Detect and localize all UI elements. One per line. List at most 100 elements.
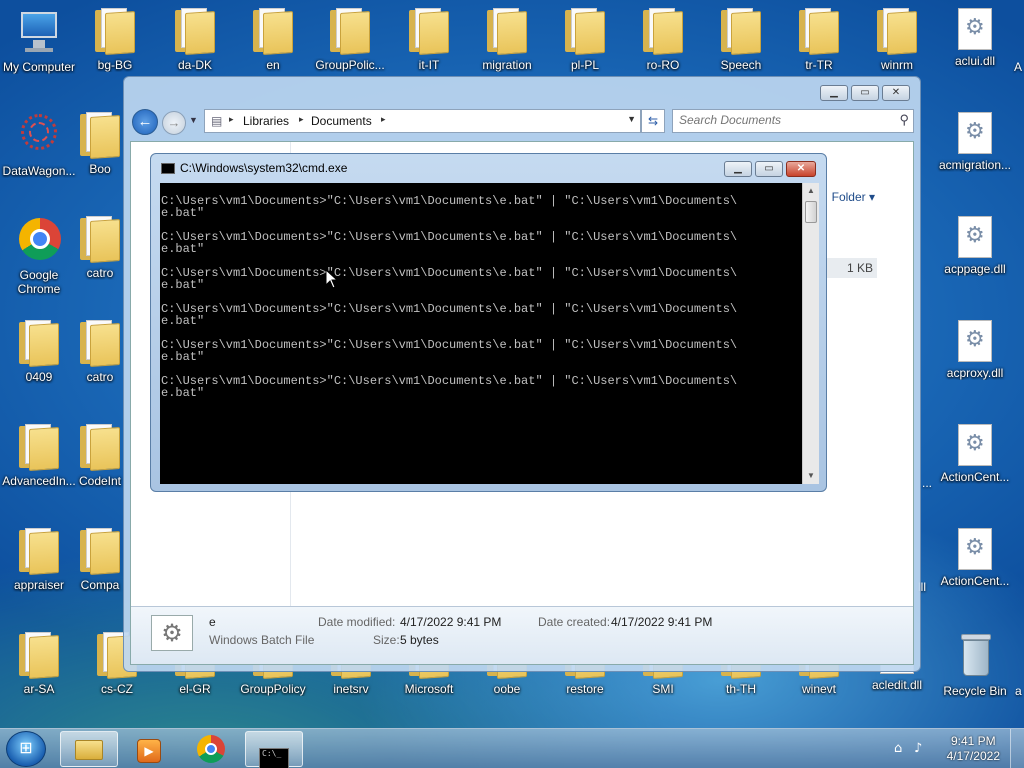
desktop-icon-pl-pl[interactable]: pl-PL xyxy=(546,8,624,72)
cmd-title-bar[interactable]: C:\Windows\system32\cmd.exe xyxy=(161,161,347,175)
desktop-icon-grouppolic[interactable]: GroupPolic... xyxy=(311,8,389,72)
desktop-icon-acppage-dll[interactable]: acppage.dll xyxy=(936,216,1014,276)
desktop-icon-boo[interactable]: Boo xyxy=(76,112,124,176)
desktop-icon-actioncent-2[interactable]: ActionCent... xyxy=(936,528,1014,588)
show-desktop-button[interactable] xyxy=(1010,729,1024,768)
taskbar-explorer-button[interactable] xyxy=(60,731,118,767)
console-line: C:\Users\vm1\Documents>"C:\Users\vm1\Doc… xyxy=(161,338,738,352)
start-button[interactable]: ⊞ xyxy=(6,731,46,767)
console-line: e.bat" xyxy=(161,386,205,400)
desktop-icon-label: acppage.dll xyxy=(944,262,1006,276)
desktop-icon-label: tr-TR xyxy=(805,58,833,72)
desktop-icon-label: da-DK xyxy=(177,58,212,72)
address-bar[interactable]: ▤ ▸ Libraries ▸ Documents ▸ ▼ xyxy=(204,109,641,133)
desktop-icon-tr-tr[interactable]: tr-TR xyxy=(780,8,858,72)
desktop-icon-actioncent-1[interactable]: ActionCent... xyxy=(936,424,1014,484)
folder-icon xyxy=(487,8,527,56)
breadcrumb-libraries[interactable]: Libraries xyxy=(243,114,289,128)
network-icon[interactable]: ⌂ xyxy=(894,741,902,756)
refresh-button[interactable]: ⇆ xyxy=(641,109,665,133)
desktop-icon-label: winevt xyxy=(801,682,836,696)
scroll-down-icon[interactable]: ▼ xyxy=(803,468,819,484)
cmd-icon: C:\_ xyxy=(259,748,289,768)
desktop-icon-advancedin[interactable]: AdvancedIn... xyxy=(0,424,78,488)
edge-fragment: A xyxy=(1014,60,1023,74)
console-line: C:\Users\vm1\Documents>"C:\Users\vm1\Doc… xyxy=(161,302,738,316)
recent-pages-icon[interactable]: ▼ xyxy=(189,115,198,125)
desktop-icon-recycle-bin[interactable]: Recycle Bin xyxy=(936,632,1014,698)
scrollbar-thumb[interactable] xyxy=(805,201,817,223)
dll-icon xyxy=(958,8,992,50)
desktop-icon-datawagon[interactable]: DataWagon... xyxy=(0,112,78,178)
computer-icon xyxy=(15,8,63,56)
desktop-icon-da-dk[interactable]: da-DK xyxy=(156,8,234,72)
desktop-icon-it-it[interactable]: it-IT xyxy=(390,8,468,72)
desktop-icon-bg-bg[interactable]: bg-BG xyxy=(76,8,154,72)
desktop-icon-acmigration[interactable]: acmigration... xyxy=(936,112,1014,172)
breadcrumb-chevron-icon: ▸ xyxy=(299,114,304,124)
close-button[interactable]: ✕ xyxy=(882,85,910,101)
folder-icon xyxy=(80,112,120,160)
media-player-icon: ▶ xyxy=(137,739,161,763)
maximize-button[interactable]: ▭ xyxy=(851,85,879,101)
taskbar-cmd-button[interactable]: C:\_ xyxy=(245,731,303,768)
desktop-icon-label: restore xyxy=(566,682,604,696)
desktop-icon-ar-sa[interactable]: ar-SA xyxy=(0,632,78,696)
back-button[interactable]: ← xyxy=(132,109,158,135)
maximize-button[interactable]: ▭ xyxy=(755,161,783,177)
desktop-icon-speech[interactable]: Speech xyxy=(702,8,780,72)
cmd-title: C:\Windows\system32\cmd.exe xyxy=(180,161,348,175)
volume-icon[interactable]: ♪ xyxy=(914,741,922,756)
desktop-icon-label: en xyxy=(266,58,280,72)
desktop-icon-label: inetsrv xyxy=(333,682,369,696)
mouse-pointer-icon xyxy=(325,269,339,289)
cmd-window[interactable]: C:\Windows\system32\cmd.exe ▁ ▭ ✕ C:\Use… xyxy=(150,153,827,492)
desktop-icon-en[interactable]: en xyxy=(234,8,312,72)
console-line: e.bat" xyxy=(161,314,205,328)
folder-icon xyxy=(95,8,135,56)
date-created-value: 4/17/2022 9:41 PM xyxy=(611,615,713,629)
console-scrollbar[interactable]: ▲ ▼ xyxy=(802,183,819,484)
taskbar-media-player-button[interactable]: ▶ xyxy=(120,731,178,767)
desktop-icon-label: acmigration... xyxy=(938,158,1012,172)
console-output[interactable]: C:\Users\vm1\Documents>"C:\Users\vm1\Doc… xyxy=(160,183,802,484)
desktop-icon-codeint[interactable]: CodeInt xyxy=(76,424,124,488)
clock[interactable]: 9:41 PM 4/17/2022 xyxy=(947,734,1000,764)
dll-icon xyxy=(958,112,992,154)
size-value: 5 bytes xyxy=(400,633,439,647)
desktop-icon-appraiser[interactable]: appraiser xyxy=(0,528,78,592)
breadcrumb-documents[interactable]: Documents xyxy=(311,114,372,128)
desktop-icon-label: acproxy.dll xyxy=(946,366,1004,380)
desktop-icon-my-computer[interactable]: My Computer xyxy=(0,8,78,74)
scroll-up-icon[interactable]: ▲ xyxy=(803,183,819,199)
chrome-icon xyxy=(15,216,63,264)
address-dropdown-icon[interactable]: ▼ xyxy=(627,114,636,124)
dll-icon xyxy=(958,320,992,362)
desktop-icon-aclui-dll[interactable]: aclui.dll xyxy=(936,8,1014,68)
arrange-by-folder-button[interactable]: Folder ▾ xyxy=(832,190,875,204)
desktop-icon-catro[interactable]: catro xyxy=(76,216,124,280)
desktop-icon-compa[interactable]: Compa xyxy=(76,528,124,592)
desktop-icon-0409[interactable]: 0409 xyxy=(0,320,78,384)
minimize-button[interactable]: ▁ xyxy=(724,161,752,177)
desktop-icon-winrm[interactable]: winrm xyxy=(858,8,936,72)
desktop-icon-migration[interactable]: migration xyxy=(468,8,546,72)
desktop-icon-catro-2[interactable]: catro xyxy=(76,320,124,384)
desktop-icon-label: appraiser xyxy=(13,578,65,592)
desktop-icon-ro-ro[interactable]: ro-RO xyxy=(624,8,702,72)
forward-button[interactable]: → xyxy=(162,111,186,135)
search-box[interactable]: ⚲ xyxy=(672,109,914,133)
folder-icon xyxy=(175,8,215,56)
console-line: C:\Users\vm1\Documents>"C:\Users\vm1\Doc… xyxy=(161,194,738,208)
folder-icon xyxy=(799,8,839,56)
desktop-icon-label: el-GR xyxy=(179,682,211,696)
desktop-icon-label: GroupPolicy xyxy=(240,682,306,696)
desktop-icon-label: ro-RO xyxy=(646,58,680,72)
search-input[interactable] xyxy=(679,113,889,127)
minimize-button[interactable]: ▁ xyxy=(820,85,848,101)
desktop-icon-google-chrome[interactable]: Google Chrome xyxy=(0,216,78,296)
taskbar-chrome-button[interactable] xyxy=(182,731,240,767)
clock-time: 9:41 PM xyxy=(950,734,996,748)
desktop-icon-acproxy-dll[interactable]: acproxy.dll xyxy=(936,320,1014,380)
close-button[interactable]: ✕ xyxy=(786,161,816,177)
